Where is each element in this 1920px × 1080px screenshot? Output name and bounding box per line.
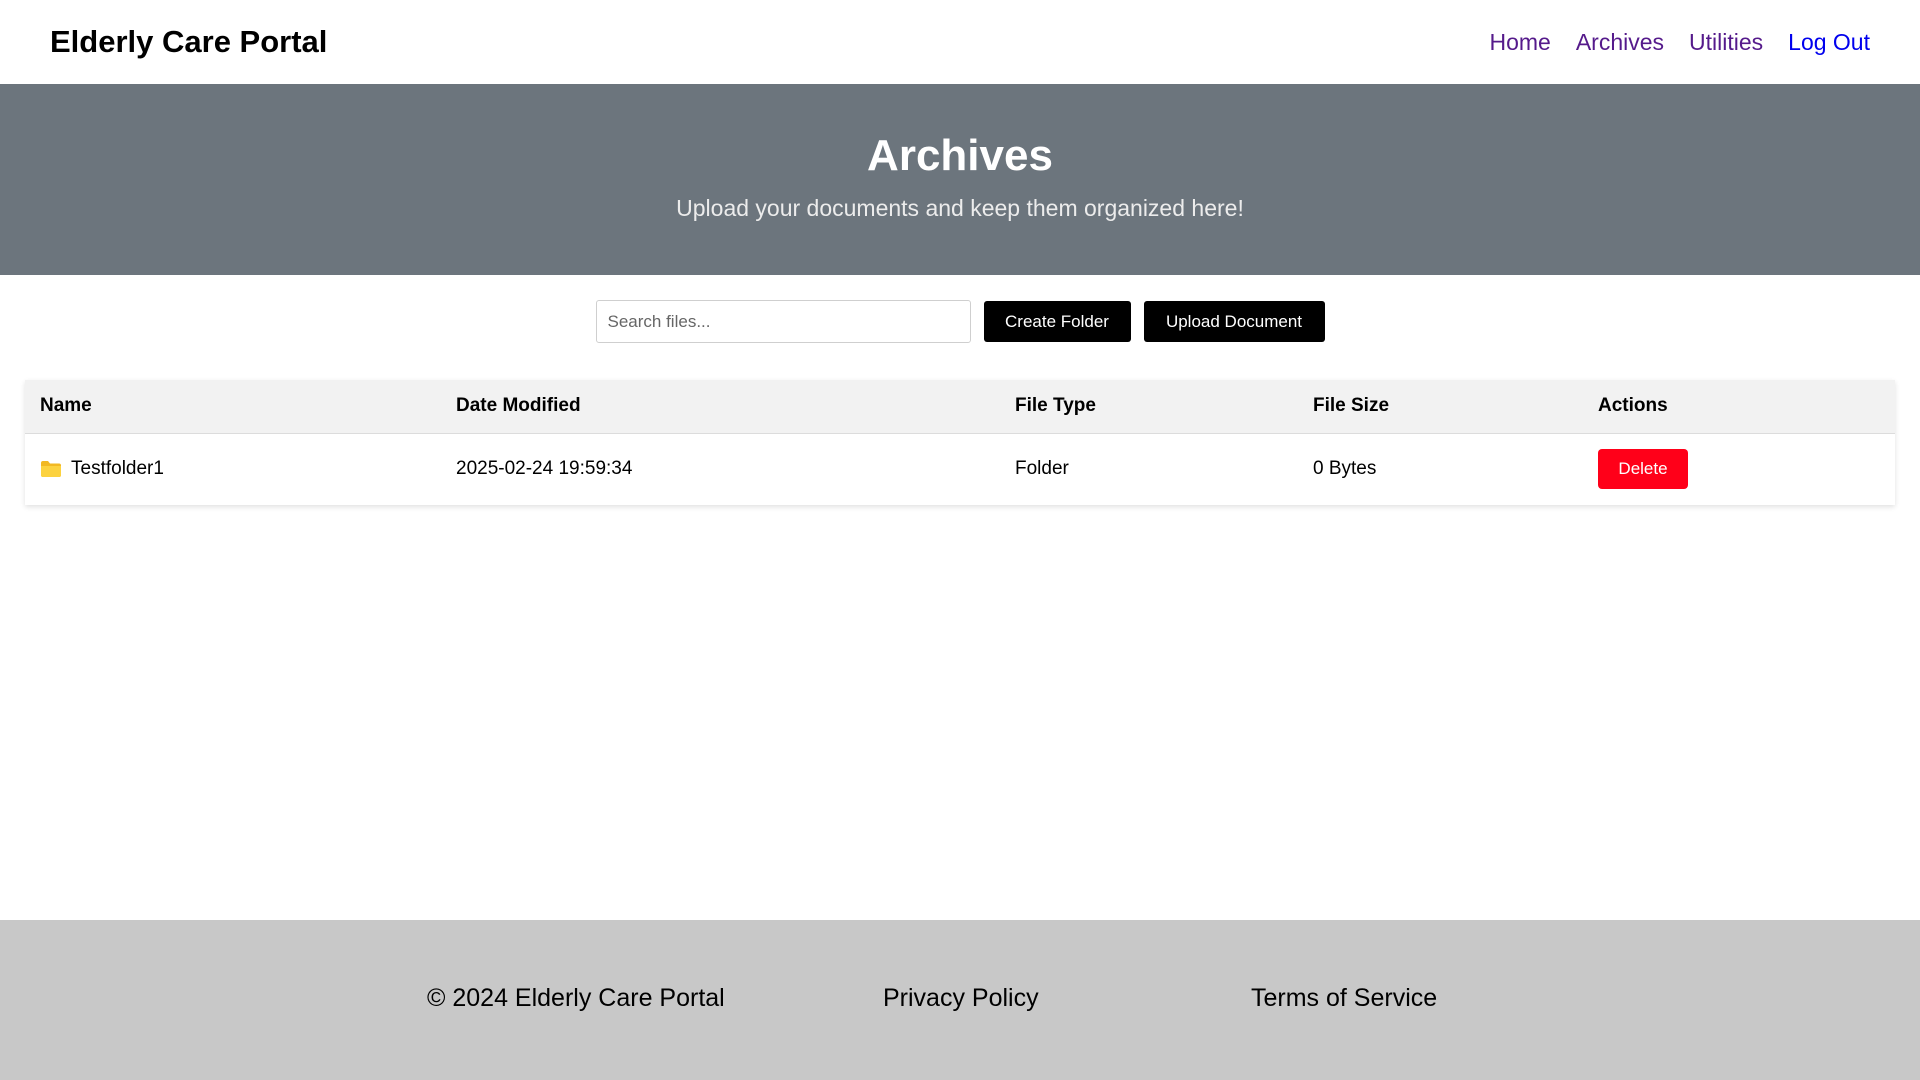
table-row[interactable]: Testfolder1 2025-02-24 19:59:34 Folder 0…	[25, 433, 1895, 505]
brand-title: Elderly Care Portal	[50, 24, 328, 59]
nav-archives-link[interactable]: Archives	[1576, 29, 1664, 56]
column-header-file-size[interactable]: File Size	[1298, 380, 1583, 434]
cell-file-size: 0 Bytes	[1313, 458, 1377, 480]
hero-banner: Archives Upload your documents and keep …	[0, 84, 1920, 275]
create-folder-button[interactable]: Create Folder	[983, 301, 1131, 342]
column-header-actions: Actions	[1583, 380, 1895, 434]
column-header-file-type[interactable]: File Type	[1000, 380, 1298, 434]
cell-date-modified: 2025-02-24 19:59:34	[456, 458, 633, 480]
nav-utilities-link[interactable]: Utilities	[1689, 29, 1763, 56]
cell-name: Testfolder1	[25, 433, 441, 505]
main-nav: Home Archives Utilities Log Out	[1489, 29, 1870, 56]
page-title: Archives	[867, 131, 1053, 180]
column-header-name[interactable]: Name	[25, 380, 441, 434]
page-subtitle: Upload your documents and keep them orga…	[676, 195, 1244, 221]
file-toolbar: Create Folder Upload Document	[0, 300, 1920, 343]
files-table-container: Name Date Modified File Type File Size A…	[25, 380, 1895, 505]
delete-button[interactable]: Delete	[1598, 449, 1688, 490]
footer-copyright: © 2024 Elderly Care Portal	[427, 984, 725, 1012]
top-navbar: Elderly Care Portal Home Archives Utilit…	[0, 0, 1920, 84]
footer-privacy-link[interactable]: Privacy Policy	[883, 984, 1039, 1013]
folder-name[interactable]: Testfolder1	[71, 458, 164, 480]
files-table: Name Date Modified File Type File Size A…	[25, 380, 1895, 505]
folder-icon	[40, 460, 62, 478]
cell-file-type: Folder	[1015, 458, 1069, 480]
table-header-row: Name Date Modified File Type File Size A…	[25, 380, 1895, 434]
footer-terms-link[interactable]: Terms of Service	[1251, 984, 1437, 1013]
cell-actions: Delete	[1583, 433, 1895, 505]
page-footer: © 2024 Elderly Care Portal Privacy Polic…	[0, 920, 1920, 1080]
nav-home-link[interactable]: Home	[1489, 29, 1550, 56]
upload-document-button[interactable]: Upload Document	[1143, 301, 1325, 342]
page: Elderly Care Portal Home Archives Utilit…	[0, 0, 1920, 1080]
nav-logout-link[interactable]: Log Out	[1788, 29, 1870, 56]
search-files-input[interactable]	[595, 300, 971, 343]
column-header-date-modified[interactable]: Date Modified	[441, 380, 1000, 434]
